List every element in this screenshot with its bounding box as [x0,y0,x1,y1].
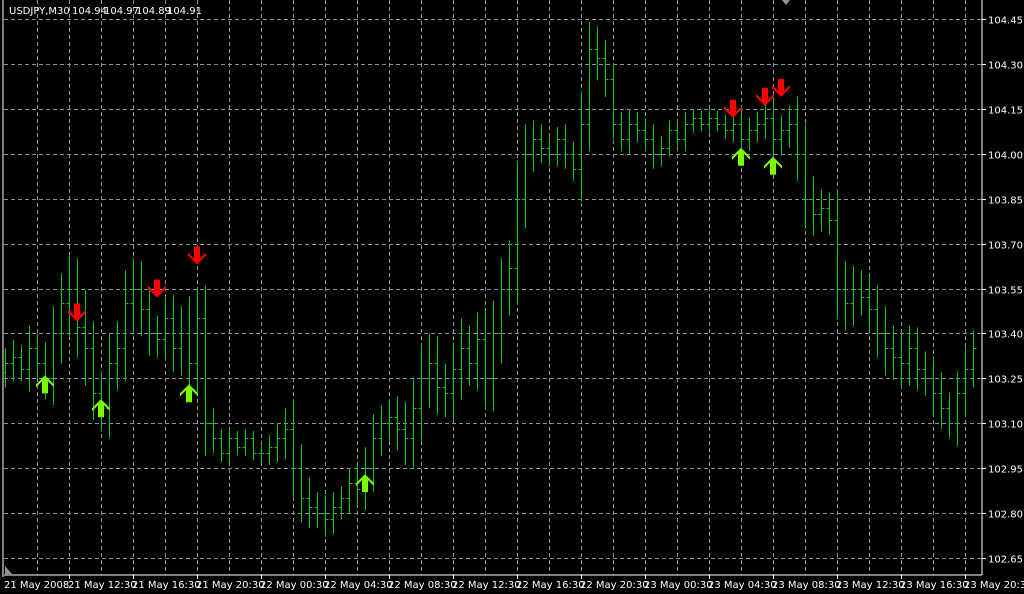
price-tick-label: 104.30 [988,61,1023,72]
price-tick-label: 104.45 [988,16,1023,27]
price-tick-label: 103.55 [988,286,1023,297]
price-tick-label: 102.80 [988,510,1023,521]
time-tick-label: 21 May 16:30 [132,580,201,591]
time-tick-label: 22 May 00:30 [260,580,329,591]
time-tick-label: 23 May 04:30 [708,580,777,591]
price-tick-label: 103.70 [988,241,1023,252]
price-tick-label: 103.40 [988,330,1023,341]
symbol-label: USDJPY,M30 [9,6,70,17]
time-tick-label: 22 May 04:30 [324,580,393,591]
close-value: 104.91 [167,6,202,17]
price-tick-label: 103.10 [988,420,1023,431]
time-tick-label: 21 May 12:30 [68,580,137,591]
time-tick-label: 23 May 20:30 [964,580,1024,591]
time-tick-label: 21 May 2008 [4,580,69,591]
high-value: 104.97 [104,6,139,17]
price-tick-label: 103.85 [988,196,1023,207]
price-tick-label: 103.25 [988,375,1023,386]
time-tick-label: 22 May 20:30 [580,580,649,591]
time-tick-label: 22 May 12:30 [452,580,521,591]
price-tick-label: 102.65 [988,555,1023,566]
time-tick-label: 23 May 08:30 [772,580,841,591]
time-tick-label: 21 May 20:30 [196,580,265,591]
price-tick-label: 102.95 [988,465,1023,476]
price-tick-label: 104.00 [988,151,1023,162]
time-tick-label: 22 May 08:30 [388,580,457,591]
low-value: 104.89 [136,6,171,17]
time-tick-label: 22 May 16:30 [516,580,585,591]
price-chart[interactable]: 104.45 104.30 104.15 104.00 103.85 103.70 103.… [0,0,1024,594]
chart-background [0,0,1024,594]
time-tick-label: 23 May 00:30 [644,580,713,591]
open-value: 104.94 [72,6,107,17]
time-tick-label: 23 May 12:30 [836,580,905,591]
price-tick-label: 104.15 [988,106,1023,117]
time-tick-label: 23 May 16:30 [900,580,969,591]
